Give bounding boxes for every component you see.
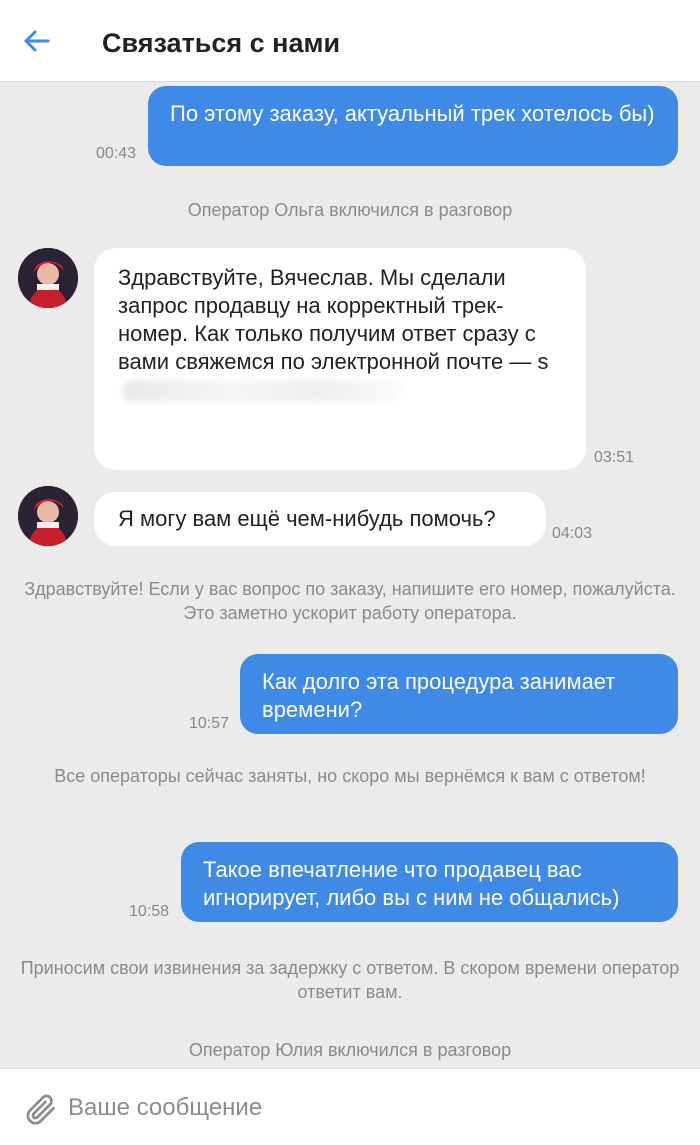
outgoing-message[interactable]: Как долго эта процедура занимает времени… — [240, 654, 678, 734]
system-notice: Оператор Ольга включился в разговор — [187, 200, 513, 220]
message-text: По этому заказу, актуальный трек хотелос… — [170, 101, 655, 126]
message-time: 10:58 — [129, 903, 170, 920]
outgoing-message[interactable]: По этому заказу, актуальный трек хотелос… — [148, 86, 678, 166]
message-input[interactable] — [66, 1087, 670, 1129]
system-notice: Приносим свои извинения за задержку с от… — [20, 958, 680, 1002]
outgoing-message[interactable]: Такое впечатление что продавец вас игнор… — [181, 842, 678, 922]
message-text: Здравствуйте, Вячеслав. Мы сделали запро… — [118, 265, 549, 374]
message-time: 00:43 — [96, 145, 137, 162]
message-time: 03:51 — [594, 449, 635, 466]
page-title: Связаться с нами — [102, 28, 341, 58]
system-notice: Здравствуйте! Если у вас вопрос по заказ… — [24, 579, 676, 623]
system-notice: Оператор Юлия включился в разговор — [188, 1040, 512, 1060]
incoming-message[interactable]: Здравствуйте, Вячеслав. Мы сделали запро… — [94, 248, 586, 470]
message-text: Я могу вам ещё чем-нибудь помочь? — [118, 506, 496, 531]
app-header: Связаться с нами — [0, 0, 700, 82]
operator-avatar — [18, 248, 78, 308]
message-text: Как долго эта процедура занимает времени… — [262, 669, 616, 722]
message-time: 04:03 — [552, 525, 593, 542]
system-notice: Все операторы сейчас заняты, но скоро мы… — [54, 766, 646, 786]
incoming-message[interactable]: Я могу вам ещё чем-нибудь помочь? — [94, 492, 546, 546]
message-text: Такое впечатление что продавец вас игнор… — [203, 857, 620, 910]
redacted-email — [122, 380, 402, 403]
operator-avatar — [18, 486, 78, 546]
chat-thread[interactable]: По этому заказу, актуальный трек хотелос… — [0, 82, 700, 1068]
back-button[interactable] — [16, 24, 56, 58]
arrow-left-icon — [24, 30, 50, 52]
attach-button[interactable] — [22, 1091, 58, 1127]
message-time: 10:57 — [189, 715, 230, 732]
message-composer — [0, 1068, 700, 1145]
paperclip-icon — [26, 1094, 55, 1125]
